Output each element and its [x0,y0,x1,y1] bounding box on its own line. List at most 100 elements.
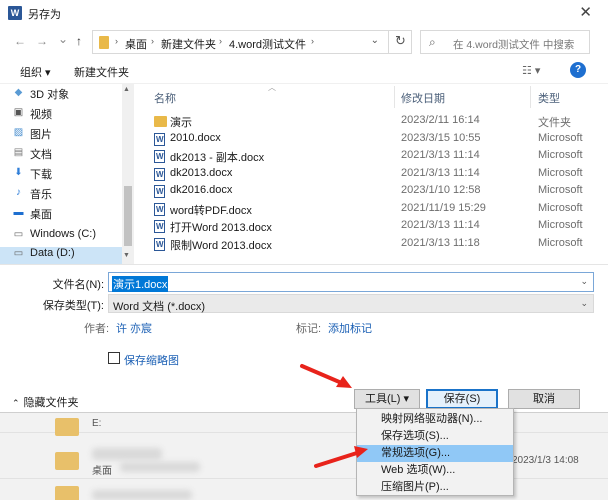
close-icon[interactable]: ✕ [579,3,592,21]
file-date: 2023/1/10 12:58 [401,184,481,196]
background-divider [0,432,608,433]
sidebar-item-documents[interactable]: ▤ 文档 [14,146,52,164]
new-folder-button[interactable]: 新建文件夹 [74,64,129,80]
column-divider[interactable] [530,86,531,108]
sidebar-item-windows-c[interactable]: ▭ Windows (C:) [14,228,97,246]
tags-value[interactable]: 添加标记 [328,320,372,336]
file-row[interactable]: 打开Word 2013.docx 2021/3/13 11:14 Microso… [140,217,608,235]
tags-label: 标记: [296,323,322,335]
chevron-up-icon: ⌃ [12,398,20,408]
column-divider[interactable] [394,86,395,108]
video-icon: ▣ [13,107,24,118]
column-header-name[interactable]: 名称 [154,90,176,106]
navigation-pane-scrollbar[interactable]: ▲ ▼ [122,84,134,264]
scroll-down-arrow-icon[interactable]: ▼ [123,252,130,259]
sidebar-item-videos[interactable]: ▣ 视频 [14,106,52,124]
recent-locations-chevron-icon[interactable]: ⌄ [58,32,68,46]
hide-folders-button[interactable]: ⌃ 隐藏文件夹 [12,394,79,410]
window-title: 另存为 [28,9,61,21]
tools-button[interactable]: 工具(L) ▾ [354,389,420,409]
file-name: 2010.docx [170,131,221,144]
file-row[interactable]: word转PDF.docx 2021/11/19 15:29 Microsoft [140,200,608,218]
address-dropdown-icon[interactable]: ⌄ [371,35,379,46]
file-type: Microsoft [538,166,583,179]
filename-label: 文件名(N): [52,279,104,291]
blurred-text [120,462,200,472]
search-box[interactable]: ⌕ 在 4.word测试文件 中搜索 [420,30,590,54]
breadcrumb-desktop[interactable]: 桌面 [125,36,147,52]
filetype-value: Word 文档 (*.docx) [113,301,206,313]
filename-input[interactable]: 演示1.docx ⌄ [108,272,594,292]
sidebar-item-label: 3D 对象 [30,89,70,101]
download-icon: ⬇ [14,167,23,178]
organize-button[interactable]: 组织 ▾ [20,64,51,80]
sidebar-item-3d-objects[interactable]: ◆ 3D 对象 [15,86,70,104]
filetype-label: 保存类型(T): [42,300,104,312]
file-date: 2023/3/15 10:55 [401,131,481,144]
breadcrumb-current-folder[interactable]: 4.word测试文件 [229,36,306,52]
column-header-type[interactable]: 类型 [538,90,560,106]
file-date: 2021/3/13 11:14 [401,149,480,161]
filename-dropdown-icon[interactable]: ⌄ [580,276,588,287]
sidebar-item-label: Data (D:) [30,247,75,259]
background-item-label: E: [92,418,102,429]
file-row[interactable]: 限制Word 2013.docx 2021/3/13 11:18 Microso… [140,235,608,253]
file-row[interactable]: 2010.docx 2023/3/15 10:55 Microsoft [140,130,608,148]
drive-icon: ▭ [13,248,24,259]
file-name: word转PDF.docx [170,204,252,217]
navigation-bar: ← → ⌄ ↑ › 桌面 › 新建文件夹 › 4.word测试文件 › ⌄ ↻ … [0,28,608,56]
file-list: ︿ 名称 修改日期 类型 演示 2023/2/11 16:14 文件夹 2010… [140,84,608,264]
scrollbar-thumb[interactable] [124,186,132,246]
filetype-dropdown-icon[interactable]: ⌄ [580,298,588,309]
menu-item-general-options[interactable]: 常规选项(G)... [357,445,513,462]
word-document-icon [154,132,165,146]
file-type: Microsoft [538,131,583,144]
file-row[interactable]: dk2016.docx 2023/1/10 12:58 Microsoft [140,182,608,200]
view-options-icon[interactable]: ☷ ▾ [522,64,540,77]
menu-item-save-options[interactable]: 保存选项(S)... [357,428,513,445]
up-arrow-icon[interactable]: ↑ [76,34,82,48]
menu-item-map-network-drive[interactable]: 映射网络驱动器(N)... [357,411,513,428]
file-type: Microsoft [538,201,583,214]
scroll-up-arrow-icon[interactable]: ▲ [123,86,130,93]
filename-value: 演示1.docx [112,276,169,292]
menu-item-web-options[interactable]: Web 选项(W)... [357,462,513,479]
file-row[interactable]: dk2013 - 副本.docx 2021/3/13 11:14 Microso… [140,147,608,165]
save-thumbnail-checkbox[interactable] [108,352,120,364]
word-document-icon [154,237,165,251]
sidebar-item-music[interactable]: ♪ 音乐 [16,186,52,204]
word-document-icon [154,202,165,216]
file-name: 限制Word 2013.docx [170,239,272,252]
forward-arrow-icon[interactable]: → [36,34,48,48]
sidebar-item-data-d[interactable]: ▭ Data (D:) [0,247,122,265]
author-value[interactable]: 许 亦宸 [116,320,152,336]
file-date: 2021/3/13 11:14 [401,166,480,179]
sidebar-item-desktop[interactable]: ▬ 桌面 [14,206,53,224]
file-type: Microsoft [538,149,583,161]
help-icon[interactable]: ? [570,62,586,78]
back-arrow-icon[interactable]: ← [14,34,26,48]
cancel-button[interactable]: 取消 [508,389,580,409]
filetype-select[interactable]: Word 文档 (*.docx) ⌄ [108,294,594,313]
pane-divider [0,264,608,265]
folder-icon [99,36,109,49]
blurred-text [92,490,192,500]
sidebar-item-label: Windows (C:) [30,228,97,240]
file-row[interactable]: 演示 2023/2/11 16:14 文件夹 [140,112,608,130]
breadcrumb-separator: › [311,36,314,46]
refresh-icon[interactable]: ↻ [388,30,412,54]
file-row[interactable]: dk2013.docx 2021/3/13 11:14 Microsoft [140,165,608,183]
word-document-icon [154,150,165,163]
address-bar[interactable]: › 桌面 › 新建文件夹 › 4.word测试文件 › ⌄ [92,30,412,54]
background-folder-icon [55,418,79,436]
menu-item-compress-pictures[interactable]: 压缩图片(P)... [357,479,513,496]
column-header-date[interactable]: 修改日期 [401,90,445,106]
search-icon: ⌕ [429,35,436,49]
save-button[interactable]: 保存(S) [426,389,498,409]
file-name: 打开Word 2013.docx [170,222,272,234]
sidebar-item-downloads[interactable]: ⬇ 下载 [14,166,52,184]
save-thumbnail-label[interactable]: 保存缩略图 [124,352,179,368]
breadcrumb-new-folder[interactable]: 新建文件夹 [161,36,216,52]
sidebar-item-pictures[interactable]: ▨ 图片 [14,126,52,144]
background-divider [0,478,608,479]
